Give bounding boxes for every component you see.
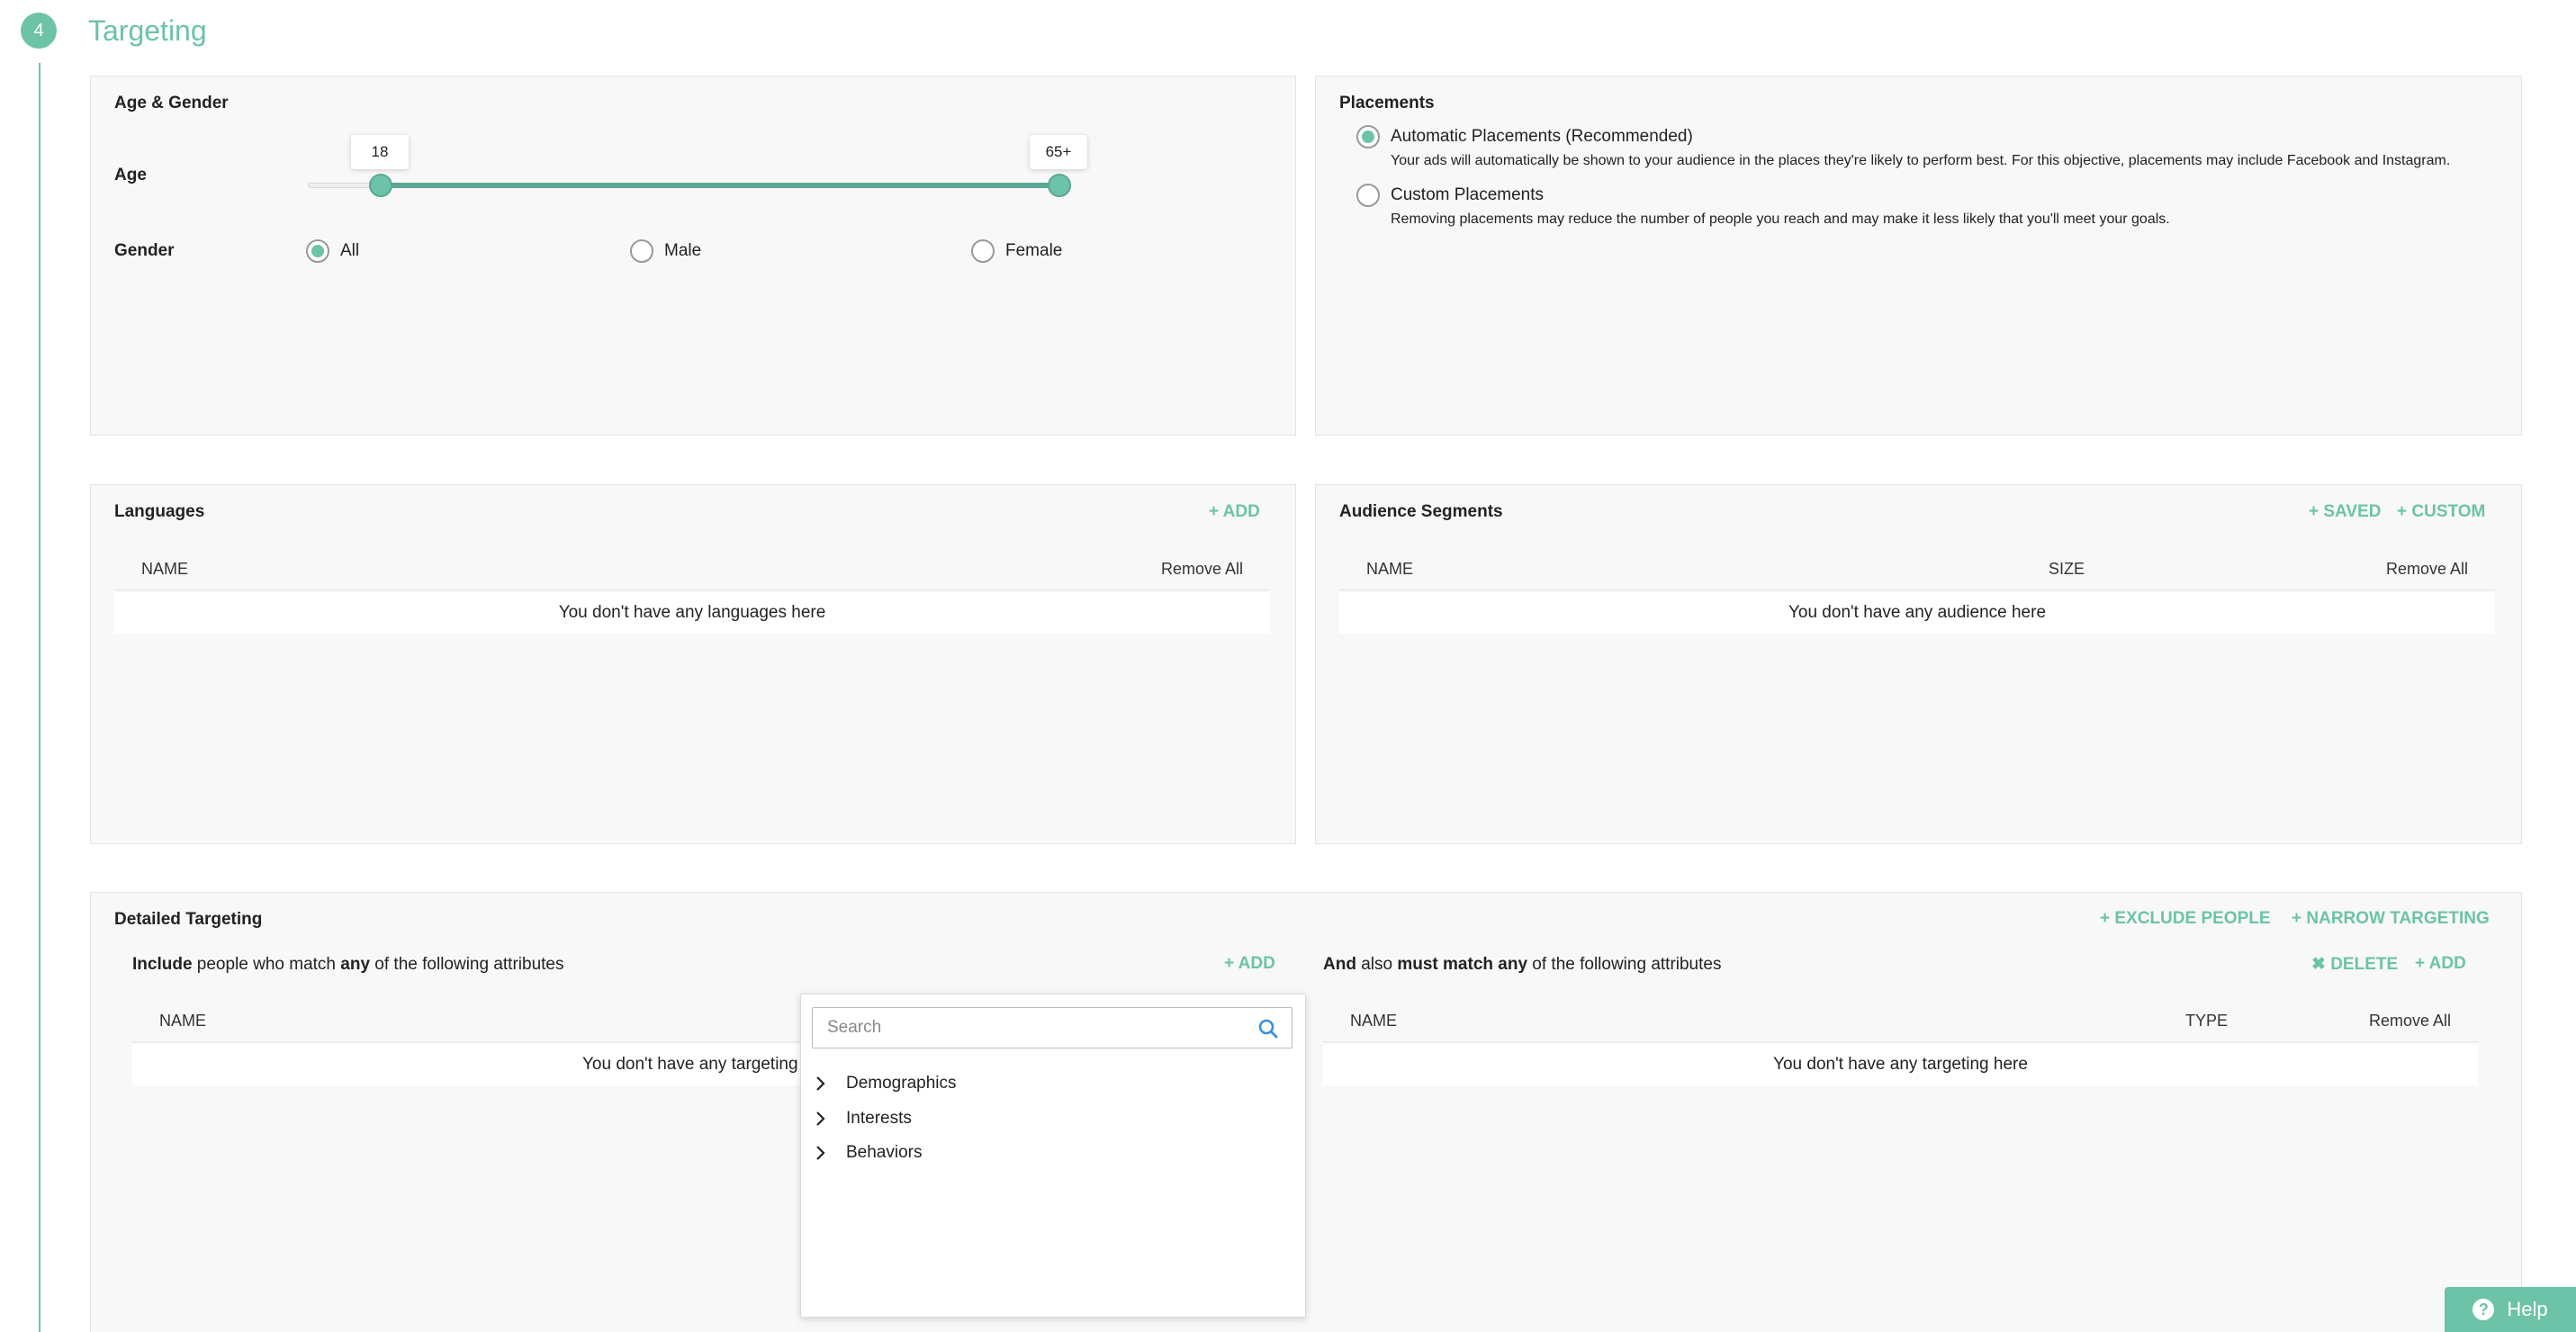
chevron-right-icon	[816, 1076, 825, 1091]
placement-radio-custom[interactable]: Custom Placements	[1356, 184, 1544, 207]
must-remove-all[interactable]: Remove All	[2369, 1012, 2451, 1030]
placements-title: Placements	[1339, 94, 1435, 112]
languages-table-header: NAME Remove All	[114, 549, 1270, 590]
languages-panel	[90, 484, 1296, 844]
languages-empty-message: You don't have any languages here	[114, 592, 1270, 634]
radio-icon	[306, 239, 329, 263]
search-icon[interactable]	[1257, 1018, 1279, 1040]
must-col-name: NAME	[1350, 1012, 1398, 1030]
audience-col-name: NAME	[1366, 560, 1414, 578]
help-label: Help	[2507, 1298, 2548, 1320]
must-delete-button[interactable]: ✖ DELETE	[2311, 954, 2398, 975]
age-gender-title: Age & Gender	[114, 94, 229, 112]
targeting-browse-dropdown: Demographics Interests Behaviors	[800, 994, 1306, 1318]
targeting-search-box	[812, 1007, 1293, 1048]
languages-col-name: NAME	[141, 560, 189, 578]
age-max-value: 65+	[1030, 135, 1087, 169]
audience-saved-button[interactable]: + SAVED	[2309, 502, 2381, 522]
audience-panel	[1315, 484, 2522, 844]
must-and: And	[1323, 955, 1356, 974]
age-label: Age	[114, 166, 147, 184]
must-col-type: TYPE	[2185, 1012, 2229, 1030]
radio-icon	[1356, 184, 1380, 207]
narrow-targeting-button[interactable]: + NARROW TARGETING	[2292, 909, 2490, 929]
age-min-value: 18	[351, 135, 409, 169]
placement-automatic-label: Automatic Placements (Recommended)	[1391, 127, 1693, 146]
audience-title: Audience Segments	[1339, 502, 1503, 521]
tree-item-demographics[interactable]: Demographics	[812, 1074, 957, 1094]
tree-item-label: Demographics	[846, 1074, 957, 1093]
include-any: any	[340, 955, 371, 974]
gender-all-label: All	[340, 241, 360, 260]
question-icon: ?	[2472, 1299, 2495, 1320]
detailed-targeting-title: Detailed Targeting	[114, 910, 263, 929]
age-slider-range	[381, 183, 1059, 188]
languages-title: Languages	[114, 502, 205, 521]
radio-icon	[971, 239, 995, 263]
audience-remove-all[interactable]: Remove All	[2386, 560, 2468, 579]
tree-item-behaviors[interactable]: Behaviors	[812, 1143, 923, 1163]
step-number-badge: 4	[21, 13, 57, 49]
audience-table-header: NAME SIZE Remove All	[1339, 549, 2495, 590]
exclude-people-button[interactable]: + EXCLUDE PEOPLE	[2100, 909, 2271, 929]
chevron-right-icon	[816, 1146, 825, 1160]
gender-label: Gender	[114, 241, 175, 260]
languages-add-button[interactable]: + ADD	[1209, 502, 1260, 522]
languages-remove-all[interactable]: Remove All	[1161, 560, 1243, 579]
gender-male-label: Male	[664, 241, 702, 260]
section-title: Targeting	[88, 14, 207, 47]
tree-item-interests[interactable]: Interests	[812, 1109, 912, 1129]
chevron-right-icon	[816, 1112, 825, 1126]
placement-automatic-desc: Your ads will automatically be shown to …	[1391, 153, 2451, 168]
help-button[interactable]: ? Help	[2445, 1287, 2576, 1332]
gender-radio-female[interactable]: Female	[971, 239, 1062, 263]
must-text-2: of the following attributes	[1527, 955, 1722, 974]
placement-custom-label: Custom Placements	[1391, 185, 1545, 204]
tree-item-label: Interests	[846, 1109, 912, 1128]
targeting-search-input[interactable]	[813, 1008, 1245, 1048]
gender-radio-male[interactable]: Male	[630, 239, 701, 263]
must-text-1: also	[1356, 955, 1398, 974]
must-empty-message: You don't have any targeting here	[1323, 1044, 2478, 1085]
tree-item-label: Behaviors	[846, 1143, 923, 1162]
audience-custom-button[interactable]: + CUSTOM	[2397, 502, 2485, 522]
audience-col-size: SIZE	[2049, 560, 2085, 578]
include-word: Include	[132, 955, 193, 974]
age-max-handle[interactable]	[1048, 174, 1071, 197]
radio-icon	[1356, 125, 1380, 148]
gender-female-label: Female	[1005, 241, 1063, 260]
radio-icon	[630, 239, 653, 263]
must-match-any: must match any	[1397, 955, 1528, 974]
include-empty-text: You don't have any targeting	[582, 1055, 798, 1074]
must-match-heading: And also must match any of the following…	[1323, 955, 1721, 975]
audience-empty-message: You don't have any audience here	[1339, 592, 2495, 634]
include-add-button[interactable]: + ADD	[1224, 954, 1275, 974]
must-table-header: NAME TYPE Remove All	[1323, 1001, 2478, 1042]
placement-radio-automatic[interactable]: Automatic Placements (Recommended)	[1356, 125, 1693, 148]
age-min-handle[interactable]	[369, 174, 392, 197]
include-col-name: NAME	[159, 1012, 207, 1030]
step-timeline-line	[39, 63, 41, 1332]
include-text-1: people who match	[192, 955, 341, 974]
include-heading: Include people who match any of the foll…	[132, 955, 564, 975]
placement-custom-desc: Removing placements may reduce the numbe…	[1391, 212, 2170, 227]
include-text-2: of the following attributes	[370, 955, 564, 974]
gender-radio-all[interactable]: All	[306, 239, 359, 263]
must-add-button[interactable]: + ADD	[2415, 954, 2466, 974]
